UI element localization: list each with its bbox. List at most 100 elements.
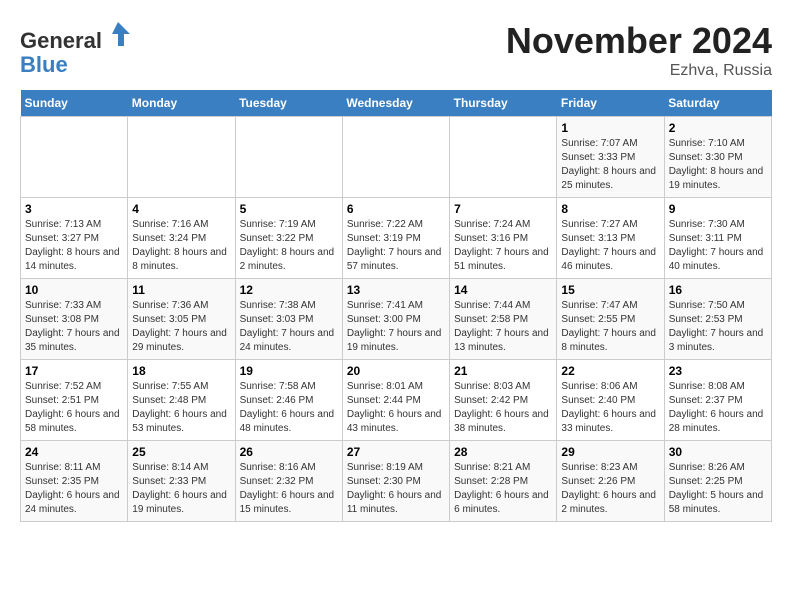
calendar-cell: 9 Sunrise: 7:30 AM Sunset: 3:11 PM Daylig… bbox=[664, 198, 771, 279]
day-number: 20 bbox=[347, 364, 445, 378]
calendar-cell: 6 Sunrise: 7:22 AM Sunset: 3:19 PM Daylig… bbox=[342, 198, 449, 279]
day-number: 7 bbox=[454, 202, 552, 216]
day-number: 6 bbox=[347, 202, 445, 216]
day-info: Sunrise: 8:11 AM Sunset: 2:35 PM Dayligh… bbox=[25, 461, 123, 517]
day-number: 11 bbox=[132, 283, 230, 297]
day-number: 8 bbox=[561, 202, 659, 216]
day-info: Sunrise: 7:36 AM Sunset: 3:05 PM Dayligh… bbox=[132, 299, 230, 355]
day-of-week-header: Wednesday bbox=[342, 90, 449, 117]
day-of-week-header: Sunday bbox=[21, 90, 128, 117]
calendar-cell: 7 Sunrise: 7:24 AM Sunset: 3:16 PM Daylig… bbox=[450, 198, 557, 279]
day-info: Sunrise: 7:33 AM Sunset: 3:08 PM Dayligh… bbox=[25, 299, 123, 355]
day-info: Sunrise: 8:16 AM Sunset: 2:32 PM Dayligh… bbox=[240, 461, 338, 517]
day-number: 3 bbox=[25, 202, 123, 216]
calendar-cell: 3 Sunrise: 7:13 AM Sunset: 3:27 PM Daylig… bbox=[21, 198, 128, 279]
day-number: 1 bbox=[561, 121, 659, 135]
day-info: Sunrise: 8:08 AM Sunset: 2:37 PM Dayligh… bbox=[669, 380, 767, 436]
day-info: Sunrise: 8:19 AM Sunset: 2:30 PM Dayligh… bbox=[347, 461, 445, 517]
day-number: 24 bbox=[25, 445, 123, 459]
day-info: Sunrise: 7:19 AM Sunset: 3:22 PM Dayligh… bbox=[240, 218, 338, 274]
day-number: 23 bbox=[669, 364, 767, 378]
calendar-cell: 11 Sunrise: 7:36 AM Sunset: 3:05 PM Dayli… bbox=[128, 279, 235, 360]
day-info: Sunrise: 7:44 AM Sunset: 2:58 PM Dayligh… bbox=[454, 299, 552, 355]
day-number: 5 bbox=[240, 202, 338, 216]
calendar-cell bbox=[235, 117, 342, 198]
calendar-cell: 13 Sunrise: 7:41 AM Sunset: 3:00 PM Dayli… bbox=[342, 279, 449, 360]
calendar-cell: 8 Sunrise: 7:27 AM Sunset: 3:13 PM Daylig… bbox=[557, 198, 664, 279]
month-title: November 2024 bbox=[506, 20, 772, 62]
day-info: Sunrise: 8:21 AM Sunset: 2:28 PM Dayligh… bbox=[454, 461, 552, 517]
day-number: 25 bbox=[132, 445, 230, 459]
day-number: 13 bbox=[347, 283, 445, 297]
day-info: Sunrise: 7:30 AM Sunset: 3:11 PM Dayligh… bbox=[669, 218, 767, 274]
day-info: Sunrise: 8:26 AM Sunset: 2:25 PM Dayligh… bbox=[669, 461, 767, 517]
calendar-cell: 27 Sunrise: 8:19 AM Sunset: 2:30 PM Dayli… bbox=[342, 441, 449, 522]
day-info: Sunrise: 8:01 AM Sunset: 2:44 PM Dayligh… bbox=[347, 380, 445, 436]
day-number: 27 bbox=[347, 445, 445, 459]
day-number: 9 bbox=[669, 202, 767, 216]
calendar-cell: 21Sunrise: 8:03 AM Sunset: 2:42 PM Dayli… bbox=[450, 360, 557, 441]
calendar-cell bbox=[342, 117, 449, 198]
day-of-week-header: Friday bbox=[557, 90, 664, 117]
day-info: Sunrise: 7:50 AM Sunset: 2:53 PM Dayligh… bbox=[669, 299, 767, 355]
calendar-cell bbox=[450, 117, 557, 198]
day-number: 29 bbox=[561, 445, 659, 459]
calendar-cell: 20 Sunrise: 8:01 AM Sunset: 2:44 PM Dayli… bbox=[342, 360, 449, 441]
calendar-cell bbox=[21, 117, 128, 198]
day-info: Sunrise: 8:14 AM Sunset: 2:33 PM Dayligh… bbox=[132, 461, 230, 517]
day-info: Sunrise: 7:24 AM Sunset: 3:16 PM Dayligh… bbox=[454, 218, 552, 274]
day-of-week-header: Thursday bbox=[450, 90, 557, 117]
calendar-cell: 23 Sunrise: 8:08 AM Sunset: 2:37 PM Dayli… bbox=[664, 360, 771, 441]
calendar-cell: 24 Sunrise: 8:11 AM Sunset: 2:35 PM Dayli… bbox=[21, 441, 128, 522]
day-info: Sunrise: 7:55 AM Sunset: 2:48 PM Dayligh… bbox=[132, 380, 230, 436]
calendar-cell: 15 Sunrise: 7:47 AM Sunset: 2:55 PM Dayli… bbox=[557, 279, 664, 360]
calendar-cell: 2 Sunrise: 7:10 AM Sunset: 3:30 PM Daylig… bbox=[664, 117, 771, 198]
calendar-cell: 17 Sunrise: 7:52 AM Sunset: 2:51 PM Dayli… bbox=[21, 360, 128, 441]
day-info: Sunrise: 7:13 AM Sunset: 3:27 PM Dayligh… bbox=[25, 218, 123, 274]
calendar-cell bbox=[128, 117, 235, 198]
calendar-cell: 10 Sunrise: 7:33 AM Sunset: 3:08 PM Dayli… bbox=[21, 279, 128, 360]
day-info: Sunrise: 7:10 AM Sunset: 3:30 PM Dayligh… bbox=[669, 137, 767, 193]
day-info: Sunrise: 8:06 AM Sunset: 2:40 PM Dayligh… bbox=[561, 380, 659, 436]
calendar-cell: 28 Sunrise: 8:21 AM Sunset: 2:28 PM Dayli… bbox=[450, 441, 557, 522]
calendar-cell: 29 Sunrise: 8:23 AM Sunset: 2:26 PM Dayli… bbox=[557, 441, 664, 522]
day-info: Sunrise: 8:23 AM Sunset: 2:26 PM Dayligh… bbox=[561, 461, 659, 517]
calendar-cell: 25 Sunrise: 8:14 AM Sunset: 2:33 PM Dayli… bbox=[128, 441, 235, 522]
day-info: Sunrise: 7:22 AM Sunset: 3:19 PM Dayligh… bbox=[347, 218, 445, 274]
calendar-week-row: 17 Sunrise: 7:52 AM Sunset: 2:51 PM Dayli… bbox=[21, 360, 772, 441]
day-number: 10 bbox=[25, 283, 123, 297]
day-info: Sunrise: 7:47 AM Sunset: 2:55 PM Dayligh… bbox=[561, 299, 659, 355]
calendar-cell: 1 Sunrise: 7:07 AM Sunset: 3:33 PM Daylig… bbox=[557, 117, 664, 198]
calendar-header-row: SundayMondayTuesdayWednesdayThursdayFrid… bbox=[21, 90, 772, 117]
calendar-cell: 16Sunrise: 7:50 AM Sunset: 2:53 PM Dayli… bbox=[664, 279, 771, 360]
location-subtitle: Ezhva, Russia bbox=[506, 62, 772, 80]
day-of-week-header: Tuesday bbox=[235, 90, 342, 117]
day-info: Sunrise: 7:41 AM Sunset: 3:00 PM Dayligh… bbox=[347, 299, 445, 355]
calendar-cell: 14 Sunrise: 7:44 AM Sunset: 2:58 PM Dayli… bbox=[450, 279, 557, 360]
day-info: Sunrise: 7:58 AM Sunset: 2:46 PM Dayligh… bbox=[240, 380, 338, 436]
calendar-cell: 4Sunrise: 7:16 AM Sunset: 3:24 PM Daylig… bbox=[128, 198, 235, 279]
calendar-cell: 22Sunrise: 8:06 AM Sunset: 2:40 PM Dayli… bbox=[557, 360, 664, 441]
day-number: 26 bbox=[240, 445, 338, 459]
calendar-week-row: 10 Sunrise: 7:33 AM Sunset: 3:08 PM Dayli… bbox=[21, 279, 772, 360]
day-number: 2 bbox=[669, 121, 767, 135]
day-number: 21 bbox=[454, 364, 552, 378]
day-of-week-header: Saturday bbox=[664, 90, 771, 117]
day-number: 15 bbox=[561, 283, 659, 297]
day-number: 17 bbox=[25, 364, 123, 378]
day-number: 14 bbox=[454, 283, 552, 297]
day-number: 28 bbox=[454, 445, 552, 459]
logo-icon bbox=[104, 20, 132, 48]
day-info: Sunrise: 7:07 AM Sunset: 3:33 PM Dayligh… bbox=[561, 137, 659, 193]
day-info: Sunrise: 7:52 AM Sunset: 2:51 PM Dayligh… bbox=[25, 380, 123, 436]
calendar-cell: 19 Sunrise: 7:58 AM Sunset: 2:46 PM Dayli… bbox=[235, 360, 342, 441]
calendar-cell: 5 Sunrise: 7:19 AM Sunset: 3:22 PM Daylig… bbox=[235, 198, 342, 279]
day-number: 19 bbox=[240, 364, 338, 378]
logo: General Blue bbox=[20, 20, 132, 77]
calendar-cell: 26 Sunrise: 8:16 AM Sunset: 2:32 PM Dayli… bbox=[235, 441, 342, 522]
day-of-week-header: Monday bbox=[128, 90, 235, 117]
calendar-week-row: 24 Sunrise: 8:11 AM Sunset: 2:35 PM Dayli… bbox=[21, 441, 772, 522]
day-number: 4 bbox=[132, 202, 230, 216]
day-info: Sunrise: 7:27 AM Sunset: 3:13 PM Dayligh… bbox=[561, 218, 659, 274]
title-area: November 2024 Ezhva, Russia bbox=[506, 20, 772, 80]
